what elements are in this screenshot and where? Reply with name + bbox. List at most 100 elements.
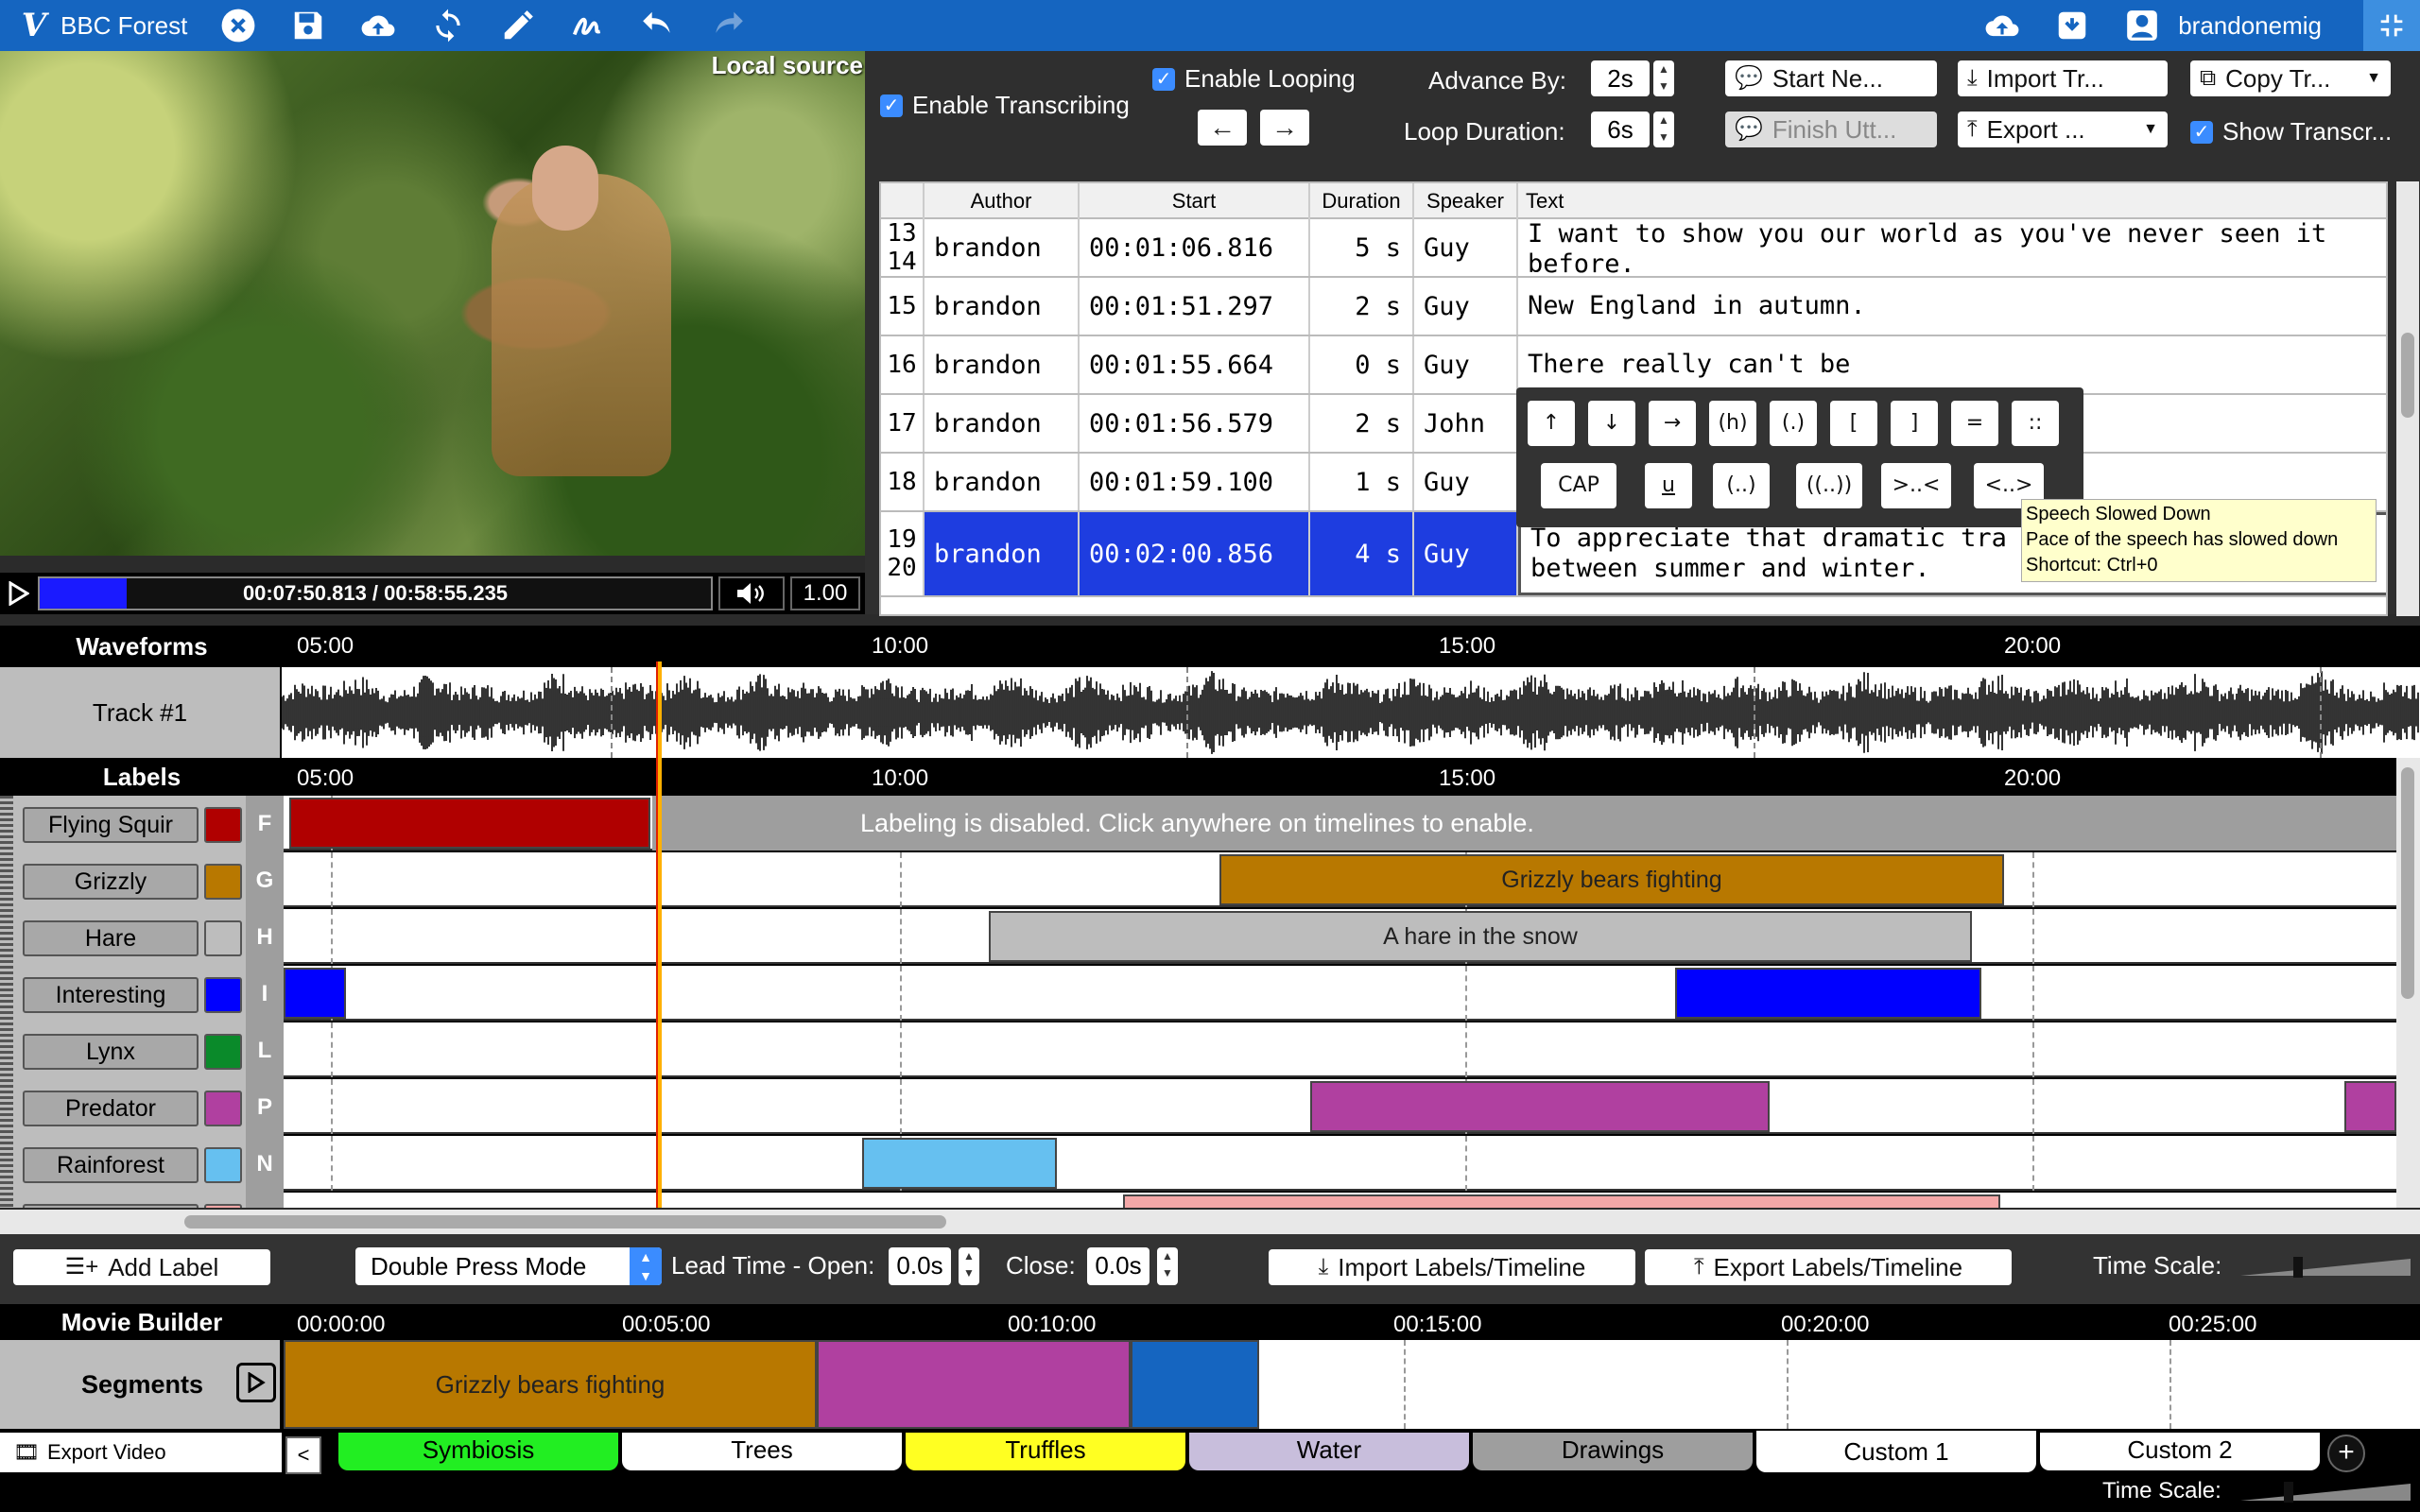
add-label-button[interactable]: ☰+ Add Label — [13, 1249, 270, 1285]
table-row[interactable]: 13 14 brandon 00:01:06.816 5 s Guy I want to … — [881, 219, 2386, 279]
label-segment[interactable] — [1310, 1081, 1770, 1132]
symbol-button[interactable]: :: — [2012, 401, 2059, 446]
enable-looping-checkbox[interactable]: ✓ Enable Looping — [1152, 64, 1356, 94]
time-scale-slider[interactable] — [2240, 1257, 2411, 1278]
export-labels-button[interactable]: ⤒ Export Labels/Timeline — [1645, 1249, 2012, 1285]
start-new-button[interactable]: 💬 Start Ne... — [1725, 60, 1937, 96]
label-color-swatch[interactable] — [204, 1034, 242, 1070]
label-color-swatch[interactable] — [204, 864, 242, 900]
advance-by-stepper[interactable]: ▲ ▼ — [1653, 60, 1674, 96]
loop-duration-stepper[interactable]: ▲ ▼ — [1653, 112, 1674, 147]
drag-handle-icon[interactable] — [0, 796, 13, 852]
finish-utterance-button[interactable]: 💬 Finish Utt... — [1725, 112, 1937, 147]
movie-tab[interactable]: Symbiosis — [338, 1433, 618, 1470]
prev-utterance-button[interactable]: ← — [1198, 110, 1247, 146]
cloud-upload-icon[interactable] — [1978, 0, 2027, 51]
symbol-button[interactable]: ] — [1891, 401, 1938, 446]
column-header-text[interactable]: Text — [1518, 183, 2386, 219]
label-segment[interactable]: A hare in the snow — [989, 911, 1972, 962]
label-button[interactable]: Hare — [23, 920, 199, 956]
playback-rate[interactable]: 1.00 — [790, 576, 860, 610]
volume-icon[interactable] — [718, 576, 785, 610]
user-icon[interactable] — [2118, 0, 2167, 51]
movie-time-scale-slider[interactable] — [2240, 1482, 2411, 1503]
movie-segment-interesting[interactable] — [1131, 1340, 1259, 1429]
row-text[interactable]: New England in autumn. — [1518, 278, 2386, 335]
row-text[interactable]: I want to show you our world as you've n… — [1518, 219, 2386, 279]
label-lane[interactable] — [284, 1136, 2396, 1191]
symbol-button[interactable]: u — [1645, 463, 1692, 508]
movie-tab[interactable]: Water — [1189, 1433, 1469, 1470]
audio-waveform[interactable] — [281, 667, 2420, 758]
symbol-button[interactable]: ↓ — [1588, 401, 1635, 446]
username[interactable]: brandonemig — [2178, 11, 2322, 41]
drag-handle-icon[interactable] — [0, 966, 13, 1022]
import-transcript-button[interactable]: ⤓ Import Tr... — [1958, 60, 2168, 96]
drag-handle-icon[interactable] — [0, 1022, 13, 1079]
label-lane[interactable] — [284, 1193, 2396, 1208]
table-row[interactable]: 15 brandon 00:01:51.297 2 s Guy New England i… — [881, 278, 2386, 336]
label-button[interactable] — [23, 1204, 199, 1208]
lead-time-close-input[interactable]: 0.0s — [1087, 1247, 1150, 1285]
label-lane[interactable]: A hare in the snow — [284, 909, 2396, 964]
label-lane[interactable] — [284, 966, 2396, 1021]
export-video-button[interactable]: 🎞 Export Video — [0, 1433, 282, 1472]
symbol-button[interactable]: [ — [1830, 401, 1877, 446]
playhead[interactable] — [656, 662, 662, 1208]
drag-handle-icon[interactable] — [0, 1136, 13, 1193]
close-project-icon[interactable] — [214, 0, 263, 51]
symbol-button[interactable]: (h) — [1709, 401, 1756, 446]
movie-segment-grizzly[interactable]: Grizzly bears fighting — [284, 1340, 817, 1429]
label-button[interactable]: Predator — [23, 1091, 199, 1126]
signature-icon[interactable] — [563, 0, 613, 51]
collapse-icon[interactable] — [2363, 0, 2420, 51]
label-color-swatch[interactable] — [204, 977, 242, 1013]
table-scrollbar[interactable] — [2396, 181, 2419, 616]
label-lane[interactable]: Grizzly bears fighting — [284, 852, 2396, 907]
symbol-button[interactable]: ((..)) — [1796, 463, 1862, 508]
label-button[interactable]: Flying Squir — [23, 807, 199, 843]
next-utterance-button[interactable]: → — [1260, 110, 1309, 146]
advance-by-input[interactable]: 2s — [1591, 60, 1650, 96]
label-button[interactable]: Grizzly — [23, 864, 199, 900]
download-box-icon[interactable] — [2048, 0, 2097, 51]
label-segment[interactable]: Grizzly bears fighting — [1219, 854, 2004, 905]
column-header-start[interactable]: Start — [1080, 183, 1310, 219]
sync-icon[interactable] — [424, 0, 473, 51]
label-lane[interactable]: Labeling is disabled. Click anywhere on … — [284, 796, 2396, 850]
video-player[interactable]: Local source — [0, 51, 865, 556]
table-scroll-thumb[interactable] — [2401, 333, 2414, 418]
table-row[interactable]: 16 brandon 00:01:55.664 0 s Guy There really … — [881, 336, 2386, 395]
movie-tab[interactable]: Drawings — [1473, 1433, 1753, 1470]
label-button[interactable]: Interesting — [23, 977, 199, 1013]
drag-handle-icon[interactable] — [0, 852, 13, 909]
drag-handle-icon[interactable] — [0, 1079, 13, 1136]
label-color-swatch[interactable] — [204, 807, 242, 843]
label-color-swatch[interactable] — [204, 1091, 242, 1126]
label-segment[interactable] — [2344, 1081, 2396, 1132]
play-segments-icon[interactable] — [236, 1363, 276, 1402]
drag-handle-icon[interactable] — [0, 1193, 13, 1208]
labels-vertical-scrollbar[interactable] — [2396, 758, 2420, 1208]
undo-icon[interactable] — [633, 0, 683, 51]
play-icon[interactable] — [0, 573, 38, 614]
mode-select[interactable]: Double Press Mode ▲ ▼ — [355, 1247, 662, 1285]
label-segment[interactable] — [1123, 1194, 2000, 1208]
label-lane[interactable] — [284, 1022, 2396, 1077]
lead-time-open-input[interactable]: 0.0s — [889, 1247, 951, 1285]
copy-transcript-button[interactable]: ⧉ Copy Tr... ▼ — [2190, 60, 2391, 96]
loop-duration-input[interactable]: 6s — [1591, 112, 1650, 147]
label-color-swatch[interactable] — [204, 920, 242, 956]
label-segment[interactable] — [284, 968, 346, 1019]
add-tab-button[interactable]: + — [2327, 1435, 2365, 1472]
labels-scroll-thumb[interactable] — [2401, 767, 2414, 999]
movie-segment-predator[interactable] — [817, 1340, 1131, 1429]
timeline-scroll-thumb[interactable] — [184, 1215, 946, 1228]
redo-icon[interactable] — [703, 0, 752, 51]
symbol-button[interactable]: CAP — [1541, 463, 1616, 508]
label-segment[interactable] — [1675, 968, 1981, 1019]
prev-tab-button[interactable]: < — [285, 1436, 321, 1474]
movie-tab[interactable]: Truffles — [906, 1433, 1185, 1470]
cloud-upload-icon[interactable] — [354, 0, 403, 51]
enable-transcribing-checkbox[interactable]: ✓ Enable Transcribing — [880, 91, 1130, 120]
